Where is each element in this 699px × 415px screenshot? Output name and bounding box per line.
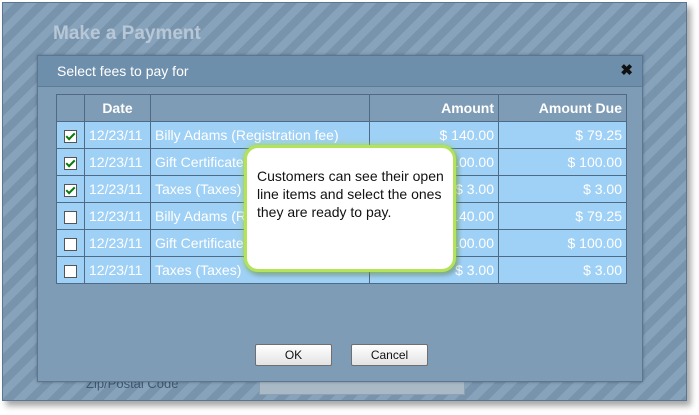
row-date: 12/23/11: [84, 256, 151, 284]
page-title: Make a Payment: [53, 23, 201, 44]
row-select-cell: [56, 229, 85, 257]
cancel-button[interactable]: Cancel: [351, 344, 428, 366]
header-select: [56, 94, 85, 122]
row-amount-due: $ 79.25: [498, 202, 627, 230]
table-header-row: Date Amount Amount Due: [56, 94, 627, 122]
row-amount-due: $ 100.00: [498, 148, 627, 176]
row-date: 12/23/11: [84, 148, 151, 176]
postal-code-input: [259, 381, 465, 395]
row-checkbox[interactable]: [64, 129, 77, 143]
row-select-cell: [56, 175, 85, 203]
row-checkbox[interactable]: [64, 237, 77, 251]
checkmark-icon: [65, 184, 76, 195]
row-date: 12/23/11: [84, 175, 151, 203]
row-select-cell: [56, 121, 85, 149]
row-amount-due: $ 3.00: [498, 175, 627, 203]
row-date: 12/23/11: [84, 121, 151, 149]
row-amount-due: $ 100.00: [498, 229, 627, 257]
dialog-header: Select fees to pay for ✖: [38, 56, 642, 87]
ok-button[interactable]: OK: [255, 344, 332, 366]
row-date: 12/23/11: [84, 229, 151, 257]
header-amount: Amount: [369, 94, 499, 122]
header-amount-due: Amount Due: [498, 94, 627, 122]
header-date: Date: [84, 94, 151, 122]
row-checkbox[interactable]: [64, 156, 77, 170]
close-icon[interactable]: ✖: [620, 62, 633, 80]
row-select-cell: [56, 148, 85, 176]
dialog-title: Select fees to pay for: [57, 63, 189, 79]
row-checkbox[interactable]: [64, 183, 77, 197]
row-date: 12/23/11: [84, 202, 151, 230]
row-amount-due: $ 3.00: [498, 256, 627, 284]
row-select-cell: [56, 202, 85, 230]
header-description: [150, 94, 370, 122]
callout-text: Customers can see their open line items …: [257, 168, 444, 220]
tooltip-callout: Customers can see their open line items …: [244, 145, 456, 272]
row-select-cell: [56, 256, 85, 284]
row-checkbox[interactable]: [64, 264, 77, 278]
row-checkbox[interactable]: [64, 210, 77, 224]
row-amount-due: $ 79.25: [498, 121, 627, 149]
checkmark-icon: [65, 130, 76, 141]
checkmark-icon: [65, 157, 76, 168]
